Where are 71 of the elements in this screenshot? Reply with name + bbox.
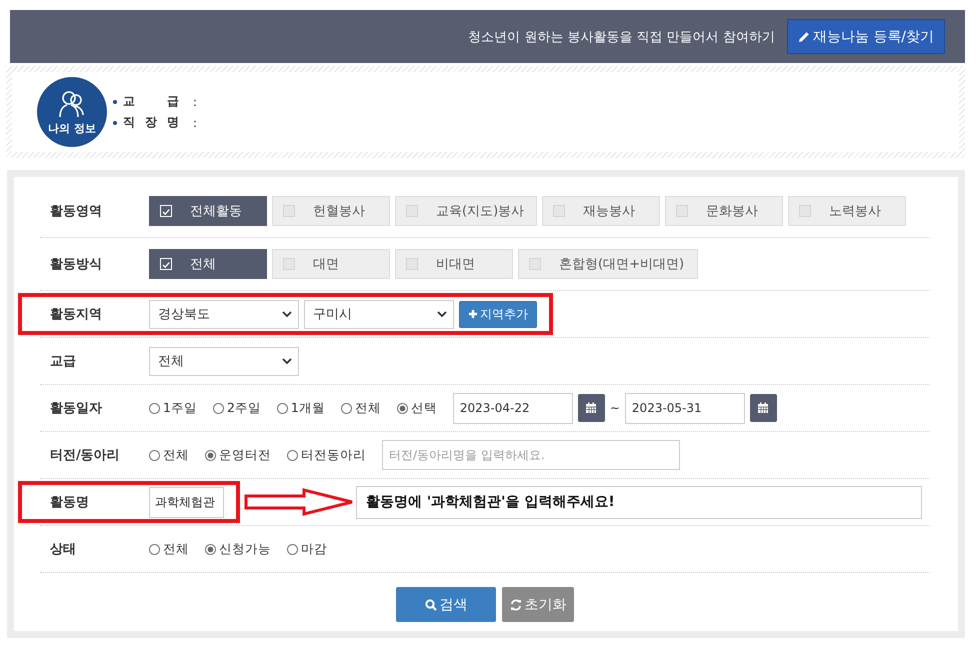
field-colon: : bbox=[193, 94, 198, 108]
bullet-icon bbox=[113, 100, 117, 104]
date-field[interactable]: 2023-04-22 bbox=[452, 392, 573, 424]
activity-name-field[interactable]: 과학체험관 bbox=[149, 486, 224, 518]
field-label: 직 장 명 bbox=[123, 114, 179, 131]
checkbox-icon bbox=[676, 205, 688, 217]
radio-option[interactable]: 선택 bbox=[396, 400, 437, 416]
filter-chip[interactable]: 노력봉사 bbox=[788, 196, 906, 226]
filter-chip[interactable]: 대면 bbox=[272, 249, 390, 279]
radio-option[interactable]: 터전동아리 bbox=[287, 446, 366, 464]
radio-option[interactable]: 2주일 bbox=[212, 400, 261, 416]
filter-chip[interactable]: 헌혈봉사 bbox=[272, 196, 390, 226]
filter-label: 터전/동아리 bbox=[49, 447, 121, 464]
field-colon: : bbox=[193, 116, 198, 130]
filter-chip[interactable]: 혼합형(대면+비대면) bbox=[518, 249, 698, 279]
range-separator: ~ bbox=[610, 401, 620, 415]
radio-option[interactable]: 마감 bbox=[287, 540, 327, 558]
talent-share-button[interactable]: 재능나눔 등록/찾기 bbox=[786, 19, 945, 54]
filter-label: 활동방식 bbox=[49, 256, 103, 273]
search-field[interactable]: 터전/동아리명을 입력하세요. bbox=[382, 440, 680, 470]
search-button[interactable]: 검색 bbox=[396, 587, 496, 622]
calendar-icon bbox=[585, 402, 598, 414]
date-field[interactable]: 2023-05-31 bbox=[624, 392, 745, 424]
annotation-note: 활동명에 '과학체험관'을 입력해주세요! bbox=[356, 486, 922, 518]
checkbox-icon bbox=[553, 205, 566, 217]
filter-chip[interactable]: 문화봉사 bbox=[665, 196, 784, 226]
bullet-icon bbox=[113, 120, 117, 124]
radio-option[interactable]: 1주일 bbox=[149, 400, 197, 416]
chevron-down-icon bbox=[282, 358, 292, 364]
checkbox-icon bbox=[406, 205, 418, 217]
search-icon bbox=[424, 598, 436, 610]
select-dropdown[interactable]: 구미시 bbox=[304, 300, 454, 328]
checkbox-icon bbox=[406, 258, 418, 270]
filter-label: 활동지역 bbox=[49, 306, 103, 323]
filter-chip[interactable]: 교육(지도)봉사 bbox=[395, 196, 538, 226]
checkbox-icon bbox=[160, 258, 172, 270]
filter-chip[interactable]: 전체 bbox=[149, 249, 267, 279]
filter-label: 교급 bbox=[49, 353, 77, 370]
field-label: 교 급 bbox=[123, 93, 179, 110]
radio-option[interactable]: 전체 bbox=[340, 400, 381, 416]
people-icon bbox=[58, 88, 86, 118]
filter-chip[interactable]: 전체활동 bbox=[149, 196, 267, 226]
tagline: 청소년이 원하는 봉사활동을 직접 만들어서 참여하기 bbox=[468, 28, 775, 46]
filter-label: 활동명 bbox=[49, 494, 90, 511]
checkbox-icon bbox=[160, 205, 172, 217]
checkbox-icon bbox=[529, 258, 541, 270]
pencil-icon bbox=[798, 30, 810, 42]
checkbox-icon bbox=[283, 258, 295, 270]
filter-chip[interactable]: 재능봉사 bbox=[542, 196, 660, 226]
filter-chip[interactable]: 비대면 bbox=[395, 249, 513, 279]
calendar-button[interactable] bbox=[750, 394, 777, 422]
calendar-icon bbox=[757, 402, 770, 414]
plus-icon bbox=[468, 309, 478, 319]
chevron-down-icon bbox=[282, 310, 292, 318]
checkbox-icon bbox=[283, 205, 295, 217]
checkbox-icon bbox=[799, 205, 812, 217]
radio-option[interactable]: 운영터전 bbox=[205, 446, 271, 464]
filter-label: 활동일자 bbox=[49, 400, 103, 417]
refresh-icon bbox=[510, 598, 522, 610]
radio-option[interactable]: 신청가능 bbox=[205, 540, 271, 558]
add-region-button[interactable]: 지역추가 bbox=[459, 300, 537, 328]
calendar-button[interactable] bbox=[578, 394, 605, 422]
badge-label: 나의 정보 bbox=[48, 120, 96, 136]
filter-label: 활동영역 bbox=[49, 203, 103, 220]
filter-label: 상태 bbox=[49, 541, 77, 558]
radio-option[interactable]: 전체 bbox=[149, 540, 189, 558]
chevron-down-icon bbox=[437, 310, 447, 318]
select-dropdown[interactable]: 경상북도 bbox=[149, 300, 299, 328]
radio-option[interactable]: 전체 bbox=[149, 446, 189, 464]
radio-option[interactable]: 1개월 bbox=[276, 400, 325, 416]
select-dropdown[interactable]: 전체 bbox=[149, 346, 299, 376]
